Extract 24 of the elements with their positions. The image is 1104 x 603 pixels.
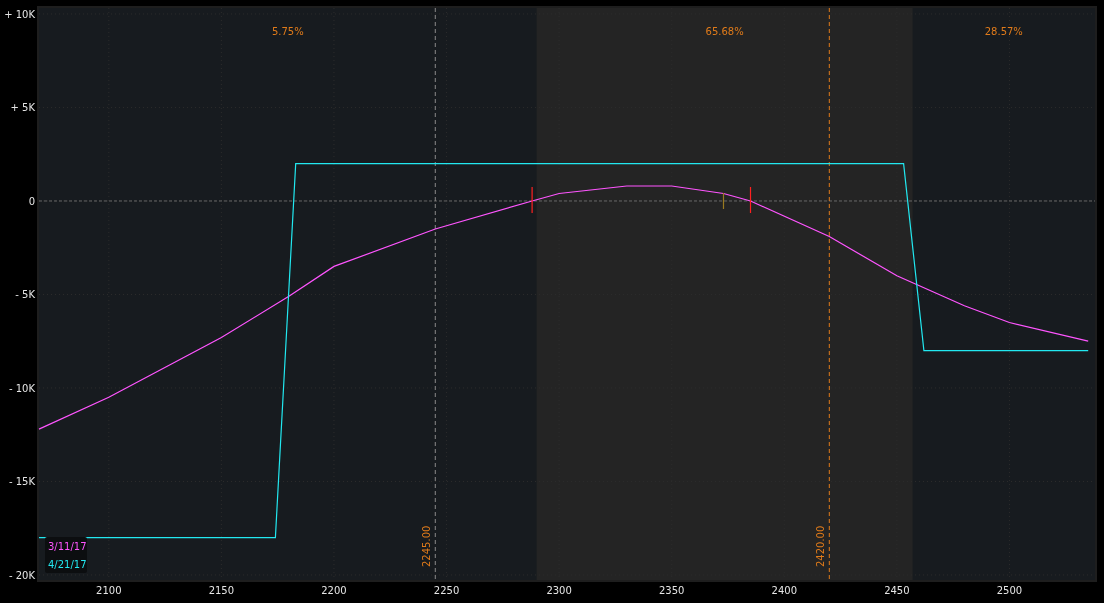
legend-background — [45, 537, 87, 573]
x-axis-label: 2150 — [208, 585, 235, 596]
x-axis-label: 2400 — [771, 585, 797, 596]
y-axis-label: - 10K — [8, 382, 35, 394]
price-label: 2245.00 — [421, 525, 433, 567]
x-axis-label: 2450 — [884, 585, 910, 596]
y-axis-label: - 5K — [15, 289, 35, 301]
x-axis-label: 2250 — [433, 585, 460, 596]
x-axis-label: 2300 — [546, 585, 572, 596]
y-axis-label: - 20K — [8, 569, 35, 581]
y-axis-label: - 15K — [8, 476, 35, 488]
x-axis-label: 2100 — [96, 585, 122, 596]
price-label: 2420.00 — [815, 525, 827, 567]
probability-label: 5.75% — [271, 26, 304, 37]
legend-label: 3/11/17 — [48, 541, 87, 552]
y-axis-label: + 5K — [10, 102, 35, 114]
y-axis-label: 0 — [28, 195, 35, 207]
y-axis-label: + 10K — [4, 9, 35, 20]
probability-label: 65.68% — [705, 26, 744, 37]
probability-label: 28.57% — [984, 26, 1023, 37]
x-axis-label: 2200 — [321, 585, 347, 596]
x-axis-label: 2350 — [658, 585, 685, 596]
x-axis-label: 2500 — [996, 585, 1023, 596]
legend-label: 4/21/17 — [48, 559, 87, 570]
